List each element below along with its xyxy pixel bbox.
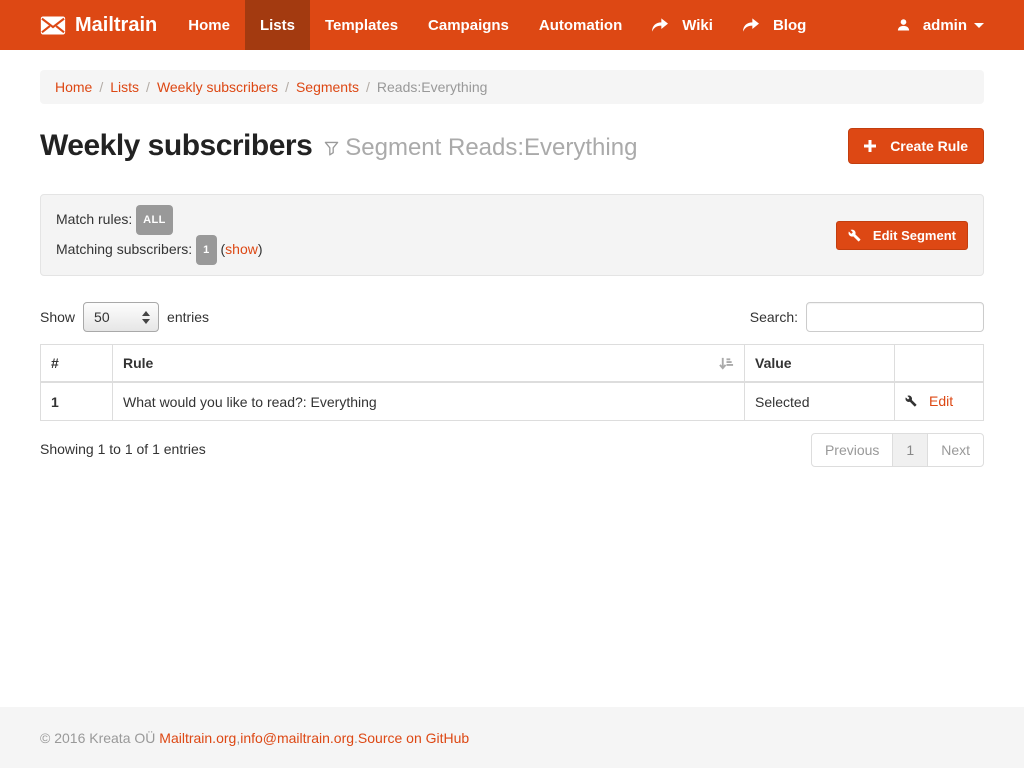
- wrench-icon: [848, 229, 867, 242]
- source-github-link[interactable]: Source on GitHub: [358, 730, 469, 746]
- breadcrumb-weekly-subscribers[interactable]: Weekly subscribers: [157, 79, 278, 95]
- segment-panel: Match rules: ALL Matching subscribers: 1…: [40, 194, 984, 276]
- column-header-rule[interactable]: Rule: [113, 345, 745, 383]
- show-subscribers-link[interactable]: show: [225, 241, 258, 257]
- pagination-next-button[interactable]: Next: [927, 433, 984, 467]
- matching-count-badge: 1: [196, 235, 217, 265]
- nav-item-automation[interactable]: Automation: [524, 0, 637, 50]
- match-rules-line: Match rules: ALL: [56, 205, 263, 235]
- breadcrumb-segments[interactable]: Segments: [296, 79, 359, 95]
- edit-rule-link[interactable]: Edit: [905, 393, 953, 409]
- rule-text-cell: What would you like to read?: Everything: [113, 382, 745, 421]
- top-navbar: Mailtrain Home Lists Templates Campaigns…: [0, 0, 1024, 50]
- chevron-down-icon: [974, 23, 984, 28]
- mailtrain-org-link[interactable]: Mailtrain.org: [159, 730, 236, 746]
- match-rules-badge: ALL: [136, 205, 173, 235]
- nav-item-templates[interactable]: Templates: [310, 0, 413, 50]
- breadcrumb: Home/Lists/Weekly subscribers/Segments/R…: [40, 70, 984, 104]
- page-title: Weekly subscribers: [40, 129, 312, 163]
- envelope-icon: [40, 16, 75, 35]
- share-arrow-icon: [743, 18, 766, 32]
- user-icon: [896, 18, 917, 33]
- share-arrow-icon: [652, 18, 675, 32]
- pagination-previous-button[interactable]: Previous: [811, 433, 893, 467]
- nav-item-lists[interactable]: Lists: [245, 0, 310, 50]
- page-size-select[interactable]: 50: [83, 302, 159, 332]
- nav-item-campaigns[interactable]: Campaigns: [413, 0, 524, 50]
- wrench-icon: [905, 395, 923, 407]
- user-label: admin: [923, 17, 967, 34]
- search-input[interactable]: [806, 302, 984, 332]
- sort-amount-icon: [719, 356, 734, 371]
- search-label: Search:: [750, 309, 798, 325]
- select-spinner-icon: [142, 309, 150, 325]
- rule-value-cell: Selected: [745, 382, 895, 421]
- rules-table: # Rule Value: [40, 344, 984, 421]
- pagination-page-1-button[interactable]: 1: [892, 433, 928, 467]
- copyright-text: © 2016 Kreata OÜ: [40, 730, 155, 746]
- pagination: Previous 1 Next: [811, 433, 984, 467]
- edit-segment-button[interactable]: Edit Segment: [836, 221, 968, 250]
- brand-logo[interactable]: Mailtrain: [40, 0, 157, 50]
- matching-subscribers-line: Matching subscribers: 1 (show): [56, 235, 263, 265]
- segment-subtitle: Segment Reads:Everything: [324, 134, 637, 162]
- page-footer: © 2016 Kreata OÜ Mailtrain.org, info@mai…: [0, 707, 1024, 768]
- column-header-num[interactable]: #: [41, 345, 113, 383]
- breadcrumb-current: Reads:Everything: [377, 79, 488, 95]
- breadcrumb-lists[interactable]: Lists: [110, 79, 139, 95]
- nav-item-wiki[interactable]: Wiki: [637, 0, 728, 50]
- search-control: Search:: [750, 302, 984, 332]
- table-header-row: # Rule Value: [41, 345, 984, 383]
- user-menu[interactable]: admin: [896, 17, 984, 34]
- plus-icon: [864, 140, 883, 152]
- email-link[interactable]: info@mailtrain.org: [240, 730, 354, 746]
- breadcrumb-home[interactable]: Home: [55, 79, 92, 95]
- create-rule-button[interactable]: Create Rule: [848, 128, 984, 164]
- filter-funnel-icon: [324, 140, 345, 155]
- table-row: 1 What would you like to read?: Everythi…: [41, 382, 984, 421]
- column-header-value[interactable]: Value: [745, 345, 895, 383]
- brand-label: Mailtrain: [75, 14, 157, 37]
- rule-action-cell: Edit: [895, 382, 984, 421]
- rule-number-cell: 1: [41, 382, 113, 421]
- column-header-action: [895, 345, 984, 383]
- entries-summary: Showing 1 to 1 of 1 entries: [40, 433, 206, 457]
- page-length-control: Show 50 entries: [40, 302, 209, 332]
- nav-item-blog[interactable]: Blog: [728, 0, 821, 50]
- nav-item-home[interactable]: Home: [173, 0, 245, 50]
